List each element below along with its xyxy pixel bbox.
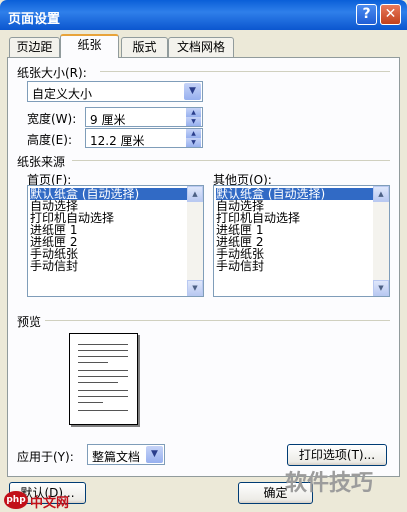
height-value: 12.2 厘米 [90,134,145,148]
apply-to-select[interactable]: 整篇文档 ▼ [87,444,165,465]
apply-to-value: 整篇文档 [92,450,141,464]
spin-up-icon[interactable]: ▲ [186,129,201,138]
scroll-down-icon[interactable]: ▼ [373,280,389,296]
divider [72,160,390,161]
preview-line [78,376,128,377]
print-options-button[interactable]: 打印选项(T)... [287,444,387,466]
preview-line [78,362,108,363]
first-page-list[interactable]: 默认纸盒 (自动选择) 自动选择 打印机自动选择 进纸匣 1 进纸匣 2 手动纸… [27,185,204,297]
height-label: 高度(E): [27,133,72,147]
logo-text: 中文网 [30,496,70,511]
preview-line [78,390,128,391]
scroll-up-icon[interactable]: ▲ [373,186,389,202]
scroll-down-icon[interactable]: ▼ [187,280,203,296]
page-preview [69,333,138,425]
site-logo: php 中文网 [2,489,82,511]
divider [100,71,390,72]
paper-size-select[interactable]: 自定义大小 ▼ [27,81,203,102]
preview-line [78,396,128,397]
preview-line [78,370,128,371]
paper-size-label: 纸张大小(R): [17,66,87,80]
height-spinner[interactable]: 12.2 厘米 ▲ ▼ [85,128,203,148]
width-label: 宽度(W): [27,112,77,126]
preview-line [78,382,118,383]
title-bar: 页面设置 ? ✕ [0,0,407,30]
spin-down-icon[interactable]: ▼ [186,117,201,126]
tab-document-grid[interactable]: 文档网格 [168,37,234,57]
scrollbar[interactable]: ▲ ▼ [373,186,389,296]
scroll-up-icon[interactable]: ▲ [187,186,203,202]
close-button[interactable]: ✕ [380,4,401,25]
preview-line [78,350,128,351]
divider [45,320,390,321]
width-spinner[interactable]: 9 厘米 ▲ ▼ [85,107,203,127]
preview-line [78,402,103,403]
chevron-down-icon[interactable]: ▼ [184,83,201,100]
scrollbar[interactable]: ▲ ▼ [187,186,203,296]
width-value: 9 厘米 [90,113,126,127]
spin-down-icon[interactable]: ▼ [186,138,201,147]
tab-layout[interactable]: 版式 [121,37,168,57]
preview-line [78,410,128,411]
tab-paper[interactable]: 纸张 [60,34,119,58]
other-pages-list[interactable]: 默认纸盒 (自动选择) 自动选择 打印机自动选择 进纸匣 1 进纸匣 2 手动纸… [213,185,390,297]
spin-up-icon[interactable]: ▲ [186,108,201,117]
preview-label: 预览 [17,315,42,329]
help-button[interactable]: ? [356,4,377,25]
watermark: 软件技巧 [285,471,374,496]
php-logo-icon: php [4,491,28,509]
chevron-down-icon[interactable]: ▼ [146,446,163,463]
preview-line [78,356,128,357]
list-item[interactable]: 手动信封 [30,260,78,272]
window-title: 页面设置 [8,12,61,27]
paper-size-value: 自定义大小 [32,87,93,101]
tab-margins[interactable]: 页边距 [9,37,60,57]
apply-to-label: 应用于(Y): [17,450,74,464]
paper-source-label: 纸张来源 [17,155,66,169]
list-item[interactable]: 手动信封 [216,260,264,272]
preview-line [78,344,128,345]
